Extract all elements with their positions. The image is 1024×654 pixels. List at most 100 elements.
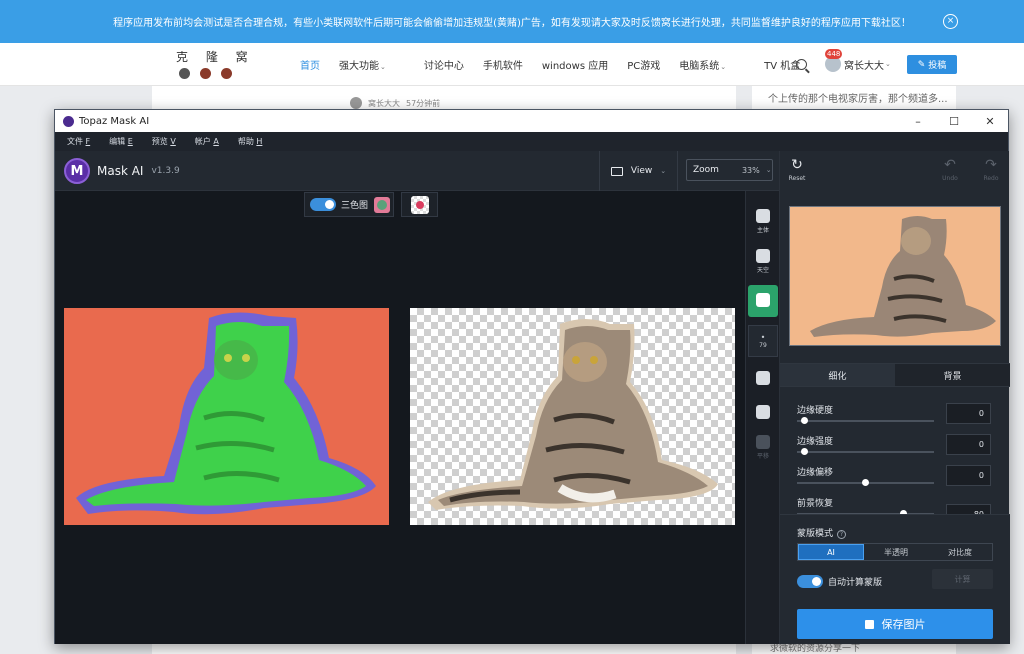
mask-overlay-image[interactable] <box>64 308 389 525</box>
tool-pan[interactable]: 平移 <box>748 431 778 463</box>
window-titlebar: Topaz Mask AI – ☐ ✕ <box>55 110 1008 132</box>
compute-button[interactable]: 计算 <box>932 569 993 589</box>
tool-subject[interactable]: 主体 <box>748 205 778 237</box>
slider-knob[interactable] <box>801 417 808 424</box>
site-menu: 首页 强大功能⌄ 讨论中心 手机软件 windows 应用 PC游戏 电脑系统⌄… <box>300 43 819 86</box>
nav-os[interactable]: 电脑系统⌄ <box>679 57 745 72</box>
author-avatar <box>350 97 362 109</box>
maximize-icon[interactable]: ☐ <box>936 110 972 132</box>
nav-discuss[interactable]: 讨论中心 <box>424 57 464 72</box>
edge-strength-slider[interactable]: 边缘强度 0 <box>797 434 1001 462</box>
mask-mode-label: 蒙版模式? <box>797 526 847 539</box>
edge-strength-value[interactable]: 0 <box>946 434 991 455</box>
sky-icon <box>756 248 770 263</box>
menu-help[interactable]: 帮助 H <box>238 136 263 147</box>
auto-compute-toggle[interactable]: 自动计算蒙版 <box>797 575 882 588</box>
nav-mobile[interactable]: 手机软件 <box>483 57 523 72</box>
edge-hardness-value[interactable]: 0 <box>946 403 991 424</box>
edge-offset-slider[interactable]: 边缘偏移 0 <box>797 465 1001 493</box>
post-meta: 窝长大大 57分钟前 <box>350 97 440 109</box>
redo-button[interactable]: ↷ Redo <box>978 155 1004 182</box>
nav-features[interactable]: 强大功能⌄ <box>339 57 405 72</box>
checker-icon <box>410 195 429 214</box>
contribute-button[interactable]: ✎ 投稿 <box>907 55 957 74</box>
tool-eyedropper[interactable] <box>748 397 778 429</box>
navigator-preview[interactable] <box>789 206 1001 346</box>
save-icon <box>864 619 874 629</box>
chevron-down-icon: ⌄ <box>765 166 772 174</box>
chevron-down-icon: ⌄ <box>660 167 667 175</box>
edge-offset-value[interactable]: 0 <box>946 465 991 486</box>
mask-mode-selector: AI 半透明 对比度 <box>797 543 993 561</box>
overlay-color-icon[interactable] <box>374 196 391 213</box>
menu-edit[interactable]: 编辑 E <box>109 136 133 147</box>
cutout-preview-image[interactable] <box>410 308 735 525</box>
site-header: 克 隆 窝 首页 强大功能⌄ 讨论中心 手机软件 windows 应用 PC游戏… <box>0 43 1024 86</box>
foreground-recovery-value[interactable]: 80 <box>946 504 991 514</box>
nav-pc-games[interactable]: PC游戏 <box>627 57 660 72</box>
sidebar-comment[interactable]: 个上传的那个电视家厉害，那个频道多... <box>768 90 948 105</box>
mode-translucent[interactable]: 半透明 <box>864 544 928 560</box>
brush-size-control[interactable]: • 79 <box>748 325 778 357</box>
brush-size-value: 79 <box>759 342 767 349</box>
window-title: Topaz Mask AI <box>79 115 150 127</box>
user-name[interactable]: 窝长大大 <box>844 57 884 72</box>
minimize-icon[interactable]: – <box>900 110 936 132</box>
announcement-text: 程序应用发布前均会测试是否合理合规，有些小类联网软件后期可能会偷偷增加违规型(黄… <box>113 18 911 29</box>
top-toolbar: M Mask AI v1.3.9 View ⌄ Zoom 33% ⌄ <box>55 151 779 191</box>
slider-knob[interactable] <box>801 448 808 455</box>
undo-button[interactable]: ↶ Undo <box>937 155 963 182</box>
mode-ai[interactable]: AI <box>798 544 864 560</box>
tab-background[interactable]: 背景 <box>895 364 1010 386</box>
menu-preview[interactable]: 预览 V <box>152 136 176 147</box>
avatar[interactable]: 448 <box>825 49 843 72</box>
search-icon[interactable] <box>796 58 807 70</box>
tool-strip: 主体 天空 • 79 平移 <box>745 191 779 644</box>
nav-tv[interactable]: TV 机盒 <box>764 57 800 72</box>
site-logo[interactable]: 克 隆 窝 <box>176 48 248 82</box>
mask-settings: 蒙版模式? AI 半透明 对比度 自动计算蒙版 计算 保存图片 <box>780 514 1010 644</box>
transparency-preview-button[interactable] <box>401 192 438 217</box>
slider-knob[interactable] <box>862 479 869 486</box>
zoom-select[interactable]: Zoom 33% ⌄ <box>686 159 773 181</box>
tricolor-switch[interactable] <box>310 198 336 211</box>
nav-windows[interactable]: windows 应用 <box>542 57 608 72</box>
menu-file[interactable]: 文件 F <box>67 136 90 147</box>
tab-refine[interactable]: 细化 <box>780 364 895 386</box>
tool-sky[interactable]: 天空 <box>748 245 778 277</box>
zoom-control: Zoom 33% ⌄ <box>677 151 779 191</box>
zoom-value: 33% <box>741 165 760 175</box>
auto-compute-switch[interactable] <box>797 575 823 588</box>
post-author[interactable]: 窝长大大 <box>368 98 400 109</box>
edge-hardness-slider[interactable]: 边缘硬度 0 <box>797 403 1001 431</box>
save-image-button[interactable]: 保存图片 <box>797 609 993 639</box>
reset-icon: ↻ <box>791 157 803 173</box>
undo-icon: ↶ <box>944 157 956 173</box>
chevron-down-icon: ⌄ <box>380 63 386 71</box>
notification-badge: 448 <box>825 49 843 59</box>
menu-bar: 文件 F 编辑 E 预览 V 帐户 A 帮助 H <box>55 132 1008 151</box>
foreground-recovery-slider[interactable]: 前景恢复 80 <box>797 496 1001 514</box>
tricolor-toggle[interactable]: 三色图 <box>304 192 394 217</box>
subject-icon <box>756 208 770 223</box>
close-icon[interactable]: ✕ <box>972 110 1008 132</box>
announcement-bar: 程序应用发布前均会测试是否合理合规，有些小类联网软件后期可能会偷偷增加违规型(黄… <box>0 0 1024 43</box>
chevron-down-icon: ⌄ <box>885 60 891 68</box>
brand: M Mask AI v1.3.9 <box>64 158 180 184</box>
help-icon[interactable]: ? <box>837 530 847 539</box>
close-icon[interactable]: ⨯ <box>943 14 958 29</box>
menu-account[interactable]: 帐户 A <box>195 136 219 147</box>
post-time: 57分钟前 <box>406 98 441 108</box>
mode-contrast[interactable]: 对比度 <box>928 544 992 560</box>
redo-icon: ↷ <box>985 157 997 173</box>
brush-dot-icon: • <box>760 333 766 342</box>
nav-home[interactable]: 首页 <box>300 57 320 72</box>
view-button[interactable]: View ⌄ <box>599 151 677 191</box>
reset-button[interactable]: ↻ Reset <box>784 155 810 182</box>
app-version: v1.3.9 <box>151 166 180 176</box>
chevron-down-icon: ⌄ <box>720 63 727 71</box>
tool-fill[interactable] <box>748 363 778 395</box>
tool-brush-add[interactable] <box>748 285 778 317</box>
fill-bucket-icon <box>756 371 770 385</box>
panel-tabs: 细化 背景 <box>780 363 1010 387</box>
